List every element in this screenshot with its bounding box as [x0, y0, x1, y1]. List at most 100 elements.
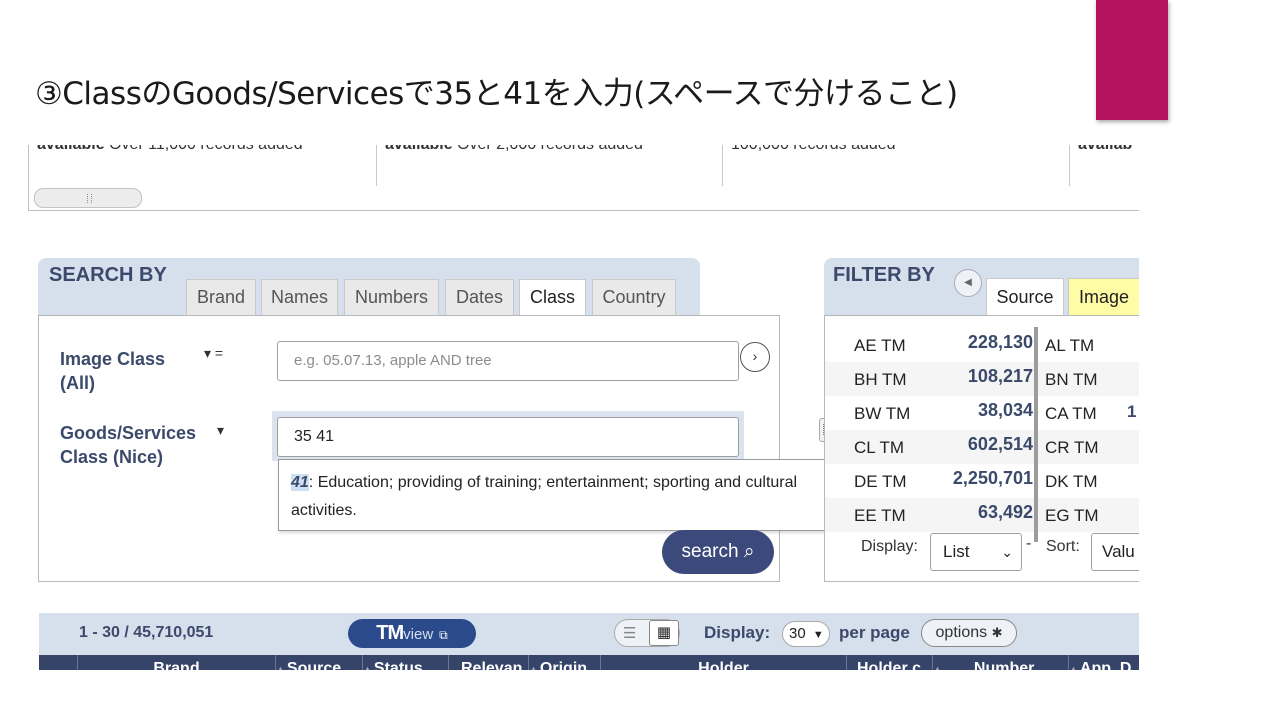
results-bar: 1 - 30 / 45,710,051 TMview ⧉ ☰ ▦ Display:…: [39, 613, 1139, 655]
records-strip: available Over 11,000 records added avai…: [28, 145, 1139, 211]
record-bold: availab: [1078, 145, 1132, 153]
filter-sort-label: Sort:: [1046, 538, 1080, 555]
search-button[interactable]: search ⌕: [662, 530, 774, 574]
column-header-select[interactable]: [39, 655, 77, 670]
sort-icon: ▲: [933, 664, 942, 670]
goods-services-label: Goods/Services Class (Nice): [60, 421, 196, 469]
column-header-label: App. D: [1079, 660, 1132, 670]
filter-by-header: FILTER BY ◀ Source Image: [824, 258, 1139, 316]
image-class-label-line1: Image Class: [60, 349, 166, 369]
chevron-left-icon[interactable]: ◀: [954, 269, 982, 297]
tmview-button[interactable]: TMview ⧉: [348, 619, 476, 648]
source-code: BH TM: [854, 370, 907, 389]
filter-display-value: List: [943, 542, 970, 561]
results-display-label: Display:: [704, 623, 771, 642]
sort-icon: ▲: [1069, 664, 1078, 670]
column-header-brand[interactable]: Brand: [77, 655, 275, 670]
filter-display-select[interactable]: List ⌄: [930, 533, 1022, 571]
record-cell: available Over 2,000 records added: [377, 145, 723, 186]
column-header-label: Origin: [539, 660, 588, 670]
goods-services-input[interactable]: 35 41: [277, 417, 739, 457]
tab-country[interactable]: Country: [592, 279, 676, 315]
suggestion-code: 41: [291, 474, 309, 491]
sort-icon: ▲: [276, 664, 285, 670]
source-count: 63,492: [977, 502, 1033, 522]
image-class-go-button[interactable]: ›: [740, 342, 770, 372]
list-view-icon[interactable]: ☰: [623, 624, 636, 642]
filter-row[interactable]: DE TM 2,250,701 DK TM: [825, 464, 1139, 498]
filter-row[interactable]: BH TM 108,217 BN TM: [825, 362, 1139, 396]
tmview-tm: TM: [376, 622, 404, 644]
source-count: 2,250,701: [952, 468, 1033, 488]
search-by-header: SEARCH BY Brand Names Numbers Dates Clas…: [38, 258, 700, 317]
source-code-2: AL TM: [1045, 336, 1095, 355]
column-header-app-date[interactable]: ▲ App. D: [1068, 655, 1139, 670]
source-code: CL TM: [854, 438, 905, 457]
tab-names[interactable]: Names: [261, 279, 338, 315]
column-header-label: Number: [973, 660, 1035, 670]
column-header-holder-country[interactable]: Holder c: [846, 655, 932, 670]
record-cell: availab: [1070, 145, 1139, 186]
filter-row[interactable]: BW TM 38,034 CA TM 1: [825, 396, 1139, 430]
filter-dash: -: [1026, 535, 1032, 552]
column-header-number[interactable]: ▲ Number: [932, 655, 1068, 670]
sort-icon: ▲: [529, 664, 538, 670]
column-header-label: Source: [286, 660, 342, 670]
filter-by-title: FILTER BY: [833, 264, 935, 286]
record-bold: available: [385, 145, 453, 153]
column-header-label: Status: [373, 660, 423, 670]
column-header-status[interactable]: ▲ Status: [362, 655, 448, 670]
filter-row[interactable]: EE TM 63,492 EG TM: [825, 498, 1139, 532]
result-count: 1 - 30 / 45,710,051: [79, 624, 214, 641]
source-code-2: CA TM: [1045, 404, 1097, 423]
autocomplete-suggestion[interactable]: 41: Education; providing of training; en…: [278, 459, 839, 531]
record-text: Over 11,000 records added: [109, 145, 303, 153]
filter-row[interactable]: CL TM 602,514 CR TM: [825, 430, 1139, 464]
results-table-header: Brand ▲ Source ▲ Status Relevan ▲ Origin Ho…: [39, 655, 1139, 670]
image-class-operator[interactable]: ▾ =: [204, 345, 223, 362]
slide-title: ③ClassのGoods/Servicesで35と41を入力(スペースで分けるこ…: [35, 76, 958, 112]
tab-brand[interactable]: Brand: [186, 279, 256, 315]
options-label: options: [935, 624, 988, 641]
image-class-label-line2: (All): [60, 373, 95, 393]
tab-image[interactable]: Image: [1068, 278, 1139, 316]
options-button[interactable]: options ✱: [921, 619, 1017, 647]
per-page-select[interactable]: 30 ▼: [782, 621, 830, 647]
column-header-origin[interactable]: ▲ Origin: [528, 655, 600, 670]
source-code: BW TM: [854, 404, 911, 423]
image-class-input[interactable]: e.g. 05.07.13, apple AND tree: [277, 341, 739, 381]
tmview-view: view: [403, 626, 434, 643]
source-code: EE TM: [854, 506, 906, 525]
caret-down-icon: ▼: [812, 629, 824, 641]
goods-services-operator[interactable]: ▾: [217, 422, 224, 439]
filter-sort-select[interactable]: Valu: [1091, 533, 1139, 571]
tab-class[interactable]: Class: [519, 279, 586, 317]
screenshot-area: available Over 11,000 records added avai…: [24, 145, 1139, 670]
source-count: 602,514: [967, 434, 1033, 454]
filter-display-label: Display:: [861, 538, 918, 555]
per-page-label: per page: [839, 623, 910, 642]
search-by-title: SEARCH BY: [49, 264, 167, 286]
horizontal-scrollbar[interactable]: [34, 188, 142, 208]
tab-source[interactable]: Source: [986, 278, 1064, 316]
source-code-2: BN TM: [1045, 370, 1098, 389]
tab-dates[interactable]: Dates: [445, 279, 514, 315]
source-count: 108,217: [967, 366, 1033, 386]
source-code-2: EG TM: [1045, 506, 1099, 525]
gear-icon: ✱: [991, 625, 1003, 640]
record-cell: available Over 11,000 records added: [29, 145, 377, 186]
column-header-holder[interactable]: Holder: [600, 655, 846, 670]
column-header-relevance[interactable]: Relevan: [448, 655, 528, 670]
filter-column-divider: [1034, 327, 1038, 542]
record-cell: 100,000 records added: [723, 145, 1070, 186]
record-text: Over 2,000 records added: [457, 145, 643, 153]
filter-row[interactable]: AE TM 228,130 AL TM: [825, 328, 1139, 362]
source-code: AE TM: [854, 336, 906, 355]
source-code-2: DK TM: [1045, 472, 1098, 491]
chevron-down-icon: ⌄: [1001, 544, 1013, 560]
view-toggle[interactable]: ☰ ▦: [614, 619, 680, 647]
grid-view-icon[interactable]: ▦: [649, 620, 679, 646]
column-header-source[interactable]: ▲ Source: [275, 655, 362, 670]
tab-numbers[interactable]: Numbers: [344, 279, 439, 315]
source-count-2: 1: [1127, 402, 1137, 421]
